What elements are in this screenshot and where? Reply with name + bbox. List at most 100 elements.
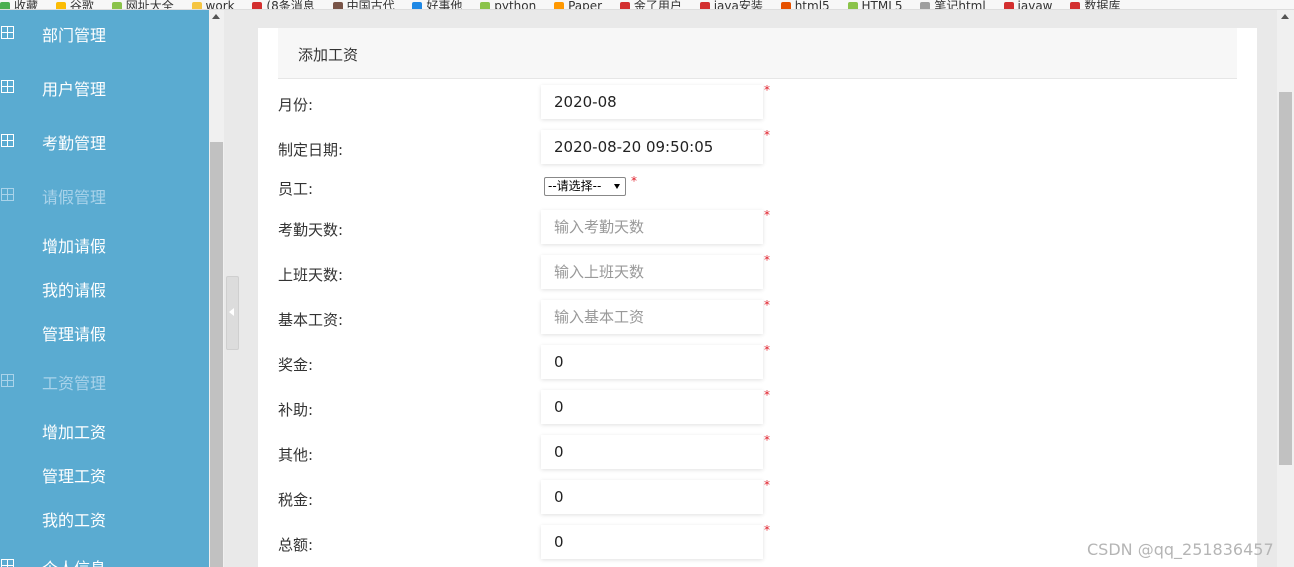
- required-mark: *: [764, 208, 770, 222]
- bookmark-icon: [412, 1, 423, 9]
- field-label: 上班天数:: [278, 266, 344, 284]
- main-scrollbar[interactable]: [1277, 10, 1294, 567]
- required-mark: *: [764, 128, 770, 142]
- form-row-allowance: 补助: *: [258, 388, 1257, 426]
- bookmark-icon: [332, 1, 343, 9]
- scrollbar-thumb[interactable]: [1279, 92, 1292, 465]
- form-row-other: 其他: *: [258, 433, 1257, 471]
- panel-header: 添加工资: [278, 28, 1237, 79]
- bookmark[interactable]: 笔记html: [920, 0, 986, 9]
- bookmark-icon: [1003, 1, 1014, 9]
- tax-input[interactable]: [541, 480, 763, 514]
- allowance-input[interactable]: [541, 390, 763, 424]
- sidebar-item-label: 管理工资: [42, 467, 107, 486]
- sidebar-item-label: 我的工资: [42, 511, 107, 530]
- bonus-input[interactable]: [541, 345, 763, 379]
- sidebar-item-leave[interactable]: 请假管理: [0, 184, 209, 207]
- form-row-month: 月份: *: [258, 83, 1257, 121]
- bookmark[interactable]: Paper: [554, 0, 602, 9]
- sidebar-item-department[interactable]: 部门管理: [0, 22, 209, 45]
- sidebar-item-attendance[interactable]: 考勤管理: [0, 130, 209, 153]
- scroll-up-icon[interactable]: [1281, 14, 1289, 19]
- bookmark[interactable]: javaw: [1003, 0, 1053, 9]
- field-label: 基本工资:: [278, 311, 344, 329]
- field-label: 制定日期:: [278, 141, 344, 159]
- sidebar-item-label: 用户管理: [42, 80, 107, 99]
- bookmark[interactable]: 网址大全: [111, 0, 174, 9]
- field-label: 税金:: [278, 491, 314, 509]
- total-input[interactable]: [541, 525, 763, 559]
- sidebar-item-label: 增加工资: [42, 423, 107, 442]
- chevron-left-icon: [229, 308, 234, 316]
- required-mark: *: [764, 433, 770, 447]
- bookmark[interactable]: 谷歌: [55, 0, 94, 9]
- field-label: 奖金:: [278, 356, 314, 374]
- bookmark-icon: [480, 1, 491, 9]
- sidebar-subitem-my-leave[interactable]: 我的请假: [0, 277, 209, 300]
- expand-icon: [1, 374, 14, 387]
- sidebar-item-profile[interactable]: 个人信息: [0, 555, 209, 567]
- form-row-employee: 员工: --请选择-- *: [258, 174, 1257, 199]
- required-mark: *: [764, 478, 770, 492]
- base-salary-input[interactable]: [541, 300, 763, 334]
- employee-select[interactable]: --请选择--: [544, 177, 626, 196]
- sidebar-item-users[interactable]: 用户管理: [0, 76, 209, 99]
- expand-icon: [1, 134, 14, 147]
- sidebar-subitem-manage-leave[interactable]: 管理请假: [0, 321, 209, 344]
- required-mark: *: [764, 253, 770, 267]
- month-input[interactable]: [541, 85, 763, 119]
- sidebar-item-label: 请假管理: [42, 188, 107, 207]
- sidebar-item-label: 管理请假: [42, 325, 107, 344]
- form-row-bonus: 奖金: *: [258, 343, 1257, 381]
- bookmark[interactable]: 金了用户: [619, 0, 682, 9]
- watermark: CSDN @qq_251836457: [1087, 540, 1274, 559]
- work-days-input[interactable]: [541, 255, 763, 289]
- date-input[interactable]: [541, 130, 763, 164]
- sidebar: 部门管理 用户管理 考勤管理 请假管理 增加请假 我的请假 管理请假 工资管理 …: [0, 10, 209, 567]
- bookmark-icon: [619, 1, 630, 9]
- bookmark[interactable]: 收藏: [0, 0, 38, 9]
- field-label: 月份:: [278, 96, 314, 114]
- bookmark-icon: [554, 1, 565, 9]
- bookmark-icon: [920, 1, 931, 9]
- form-row-base-salary: 基本工资: *: [258, 298, 1257, 336]
- other-input[interactable]: [541, 435, 763, 469]
- scroll-up-icon[interactable]: [212, 14, 220, 19]
- sidebar-item-salary[interactable]: 工资管理: [0, 370, 209, 393]
- required-mark: *: [764, 343, 770, 357]
- field-label: 考勤天数:: [278, 221, 344, 239]
- bookmark[interactable]: python: [480, 0, 536, 9]
- expand-icon: [1, 80, 14, 93]
- sidebar-item-label: 考勤管理: [42, 134, 107, 153]
- add-salary-panel: 添加工资 月份: * 制定日期: * 员工: --请选择-- * 考勤天数: *…: [258, 28, 1257, 567]
- scrollbar-thumb[interactable]: [210, 142, 223, 567]
- bookmark[interactable]: 数据库: [1070, 0, 1120, 9]
- form-row-date: 制定日期: *: [258, 128, 1257, 166]
- bookmark[interactable]: 中国古代: [332, 0, 395, 9]
- bookmark[interactable]: (8条消息: [252, 0, 315, 9]
- bookmark[interactable]: work: [191, 0, 235, 9]
- sidebar-subitem-my-salary[interactable]: 我的工资: [0, 507, 209, 530]
- sidebar-item-label: 增加请假: [42, 237, 107, 256]
- bookmark[interactable]: html5: [780, 0, 830, 9]
- form-row-attendance-days: 考勤天数: *: [258, 208, 1257, 246]
- required-mark: *: [764, 83, 770, 97]
- bookmark-icon: [55, 1, 66, 9]
- sidebar-subitem-add-salary[interactable]: 增加工资: [0, 419, 209, 442]
- panel-title: 添加工资: [298, 46, 359, 64]
- bookmark[interactable]: 好事他: [412, 0, 462, 9]
- required-mark: *: [764, 523, 770, 537]
- field-label: 其他:: [278, 446, 314, 464]
- sidebar-subitem-add-leave[interactable]: 增加请假: [0, 233, 209, 256]
- bookmark[interactable]: HTML5: [847, 0, 903, 9]
- bookmark[interactable]: java安装: [699, 0, 763, 9]
- sidebar-subitem-manage-salary[interactable]: 管理工资: [0, 463, 209, 486]
- sidebar-scrollbar[interactable]: [209, 10, 224, 567]
- sidebar-collapse-button[interactable]: [226, 276, 239, 350]
- sidebar-item-label: 我的请假: [42, 281, 107, 300]
- attendance-days-input[interactable]: [541, 210, 763, 244]
- bookmark-icon: [780, 1, 791, 9]
- bookmark-icon: [0, 1, 10, 9]
- sidebar-item-label: 个人信息: [42, 555, 106, 567]
- expand-icon: [1, 559, 14, 567]
